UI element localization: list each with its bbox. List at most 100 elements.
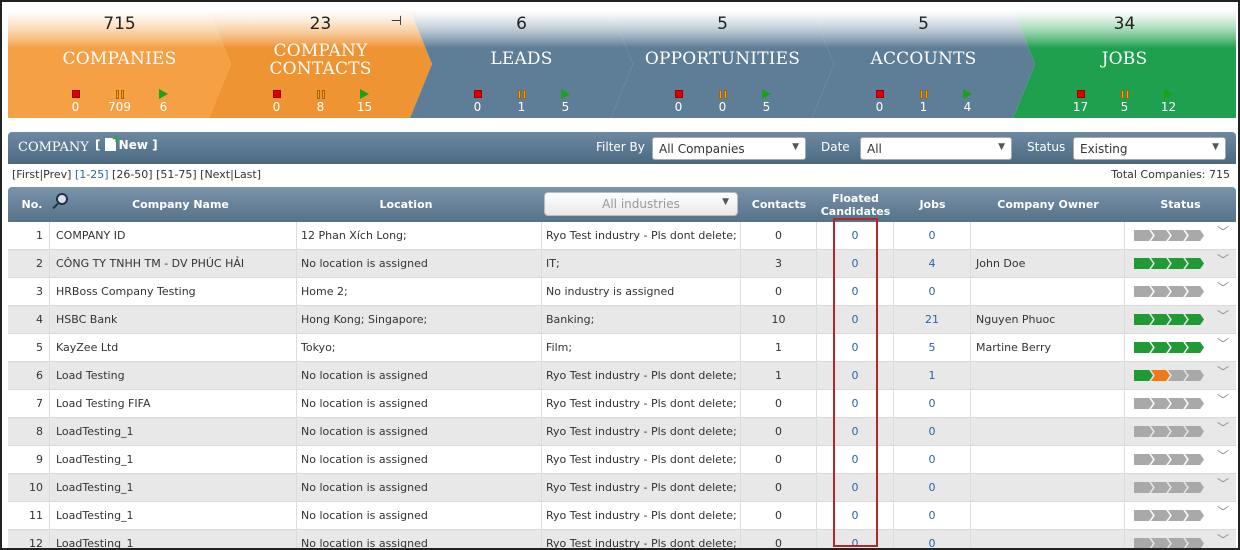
stage-stat[interactable]: 0 — [667, 88, 691, 114]
table-row[interactable]: 8 LoadTesting_1 No location is assigned Ryo… — [8, 418, 1236, 446]
pipeline-stage-company-contacts[interactable]: 23 COMPANY CONTACTS ⊣ 0 8 15 — [209, 10, 432, 118]
jobs-cell[interactable]: 0 — [894, 474, 971, 502]
table-row[interactable]: 6 Load Testing No location is assigned Ryo … — [8, 362, 1236, 390]
new-company-button[interactable]: [ New ] — [95, 132, 158, 152]
chevron-down-icon[interactable]: ﹀ — [1217, 420, 1229, 436]
jobs-cell[interactable]: 0 — [894, 222, 971, 250]
page-26-50[interactable]: 26-50 — [116, 168, 148, 181]
industry-filter-select[interactable]: All industries ▼ — [544, 192, 738, 216]
floated-candidates-cell[interactable]: 0 — [817, 362, 894, 390]
stage-stat[interactable]: 17 — [1069, 88, 1093, 114]
jobs-cell[interactable]: 21 — [894, 306, 971, 334]
table-row[interactable]: 1 COMPANY ID 12 Phan Xích Long; Ryo Test in… — [8, 222, 1236, 250]
floated-candidates-cell[interactable]: 0 — [817, 390, 894, 418]
floated-candidates-cell[interactable]: 0 — [817, 278, 894, 306]
stage-stat[interactable]: 0 — [868, 88, 892, 114]
table-row[interactable]: 2 CÔNG TY TNHH TM - DV PHÚC HẢI No locatio… — [8, 250, 1236, 278]
stage-stat[interactable]: 12 — [1157, 88, 1181, 114]
jobs-cell[interactable]: 0 — [894, 530, 971, 548]
stage-stat[interactable]: 5 — [755, 88, 779, 114]
stage-stat[interactable]: 1 — [510, 88, 534, 114]
stage-stat[interactable]: 15 — [353, 88, 377, 114]
pipeline-stage-opportunities[interactable]: 5 OPPORTUNITIES 0 0 5 — [611, 10, 834, 118]
company-name-cell[interactable]: Load Testing — [50, 362, 297, 390]
col-company-owner[interactable]: Company Owner — [971, 187, 1125, 222]
search-icon[interactable] — [56, 193, 68, 205]
floated-candidates-cell[interactable]: 0 — [817, 446, 894, 474]
stage-stat[interactable]: 5 — [554, 88, 578, 114]
table-row[interactable]: 10 LoadTesting_1 No location is assigned Ry… — [8, 474, 1236, 502]
pipeline-stage-companies[interactable]: 715 COMPANIES 0 709 6 — [8, 10, 231, 118]
pipeline-stage-leads[interactable]: 6 LEADS 0 1 5 — [410, 10, 633, 118]
company-name-cell[interactable]: HRBoss Company Testing — [50, 278, 297, 306]
jobs-cell[interactable]: 0 — [894, 502, 971, 530]
chevron-down-icon[interactable]: ﹀ — [1217, 224, 1229, 240]
col-contacts[interactable]: Contacts — [741, 187, 817, 222]
chevron-down-icon[interactable]: ﹀ — [1217, 392, 1229, 408]
page-1-25[interactable]: 1-25 — [79, 168, 104, 181]
chevron-down-icon[interactable]: ﹀ — [1217, 448, 1229, 464]
col-jobs[interactable]: Jobs — [894, 187, 971, 222]
company-name-cell[interactable]: LoadTesting_1 — [50, 446, 297, 474]
pin-icon[interactable]: ⊣ — [391, 14, 402, 29]
jobs-cell[interactable]: 0 — [894, 278, 971, 306]
floated-candidates-cell[interactable]: 0 — [817, 222, 894, 250]
filter-select[interactable]: All Companies ▼ — [652, 137, 806, 160]
company-name-cell[interactable]: HSBC Bank — [50, 306, 297, 334]
chevron-down-icon[interactable]: ﹀ — [1217, 252, 1229, 268]
company-name-cell[interactable]: LoadTesting_1 — [50, 530, 297, 548]
stage-stat[interactable]: 0 — [64, 88, 88, 114]
page-first-link[interactable]: First — [16, 168, 39, 181]
pipeline-stage-jobs[interactable]: 34 JOBS 17 5 12 — [1013, 10, 1236, 118]
stage-stat[interactable]: 0 — [265, 88, 289, 114]
floated-candidates-cell[interactable]: 0 — [817, 418, 894, 446]
jobs-cell[interactable]: 1 — [894, 362, 971, 390]
jobs-cell[interactable]: 0 — [894, 446, 971, 474]
col-location[interactable]: Location — [348, 187, 464, 222]
stage-stat[interactable]: 709 — [108, 88, 132, 114]
table-row[interactable]: 12 LoadTesting_1 No location is assigned Ry… — [8, 530, 1236, 548]
page-prev-link[interactable]: Prev — [43, 168, 67, 181]
stage-stat[interactable]: 1 — [912, 88, 936, 114]
floated-candidates-cell[interactable]: 0 — [817, 306, 894, 334]
floated-candidates-cell[interactable]: 0 — [817, 530, 894, 548]
table-row[interactable]: 3 HRBoss Company Testing Home 2; No industr… — [8, 278, 1236, 306]
stage-stat[interactable]: 5 — [1113, 88, 1137, 114]
status-select[interactable]: Existing ▼ — [1073, 137, 1226, 160]
jobs-cell[interactable]: 5 — [894, 334, 971, 362]
floated-candidates-cell[interactable]: 0 — [817, 334, 894, 362]
table-row[interactable]: 4 HSBC Bank Hong Kong; Singapore; Banking; 1… — [8, 306, 1236, 334]
table-row[interactable]: 5 KayZee Ltd Tokyo; Film; 1 0 5 Martine Berry ﹀ — [8, 334, 1236, 362]
company-name-cell[interactable]: CÔNG TY TNHH TM - DV PHÚC HẢI — [50, 250, 297, 278]
jobs-cell[interactable]: 0 — [894, 390, 971, 418]
stage-stat[interactable]: 4 — [956, 88, 980, 114]
chevron-down-icon[interactable]: ﹀ — [1217, 364, 1229, 380]
stage-stat[interactable]: 8 — [309, 88, 333, 114]
col-floated-candidates[interactable]: Floated Candidates — [817, 187, 894, 222]
page-last-link[interactable]: Last — [234, 168, 257, 181]
jobs-cell[interactable]: 0 — [894, 418, 971, 446]
chevron-down-icon[interactable]: ﹀ — [1217, 476, 1229, 492]
chevron-down-icon[interactable]: ﹀ — [1217, 336, 1229, 352]
jobs-cell[interactable]: 4 — [894, 250, 971, 278]
page-51-75[interactable]: 51-75 — [160, 168, 192, 181]
company-name-cell[interactable]: KayZee Ltd — [50, 334, 297, 362]
chevron-down-icon[interactable]: ﹀ — [1217, 532, 1229, 548]
floated-candidates-cell[interactable]: 0 — [817, 474, 894, 502]
company-name-cell[interactable]: Load Testing FIFA — [50, 390, 297, 418]
stage-stat[interactable]: 6 — [152, 88, 176, 114]
chevron-down-icon[interactable]: ﹀ — [1217, 504, 1229, 520]
date-select[interactable]: All ▼ — [860, 137, 1012, 160]
company-name-cell[interactable]: LoadTesting_1 — [50, 502, 297, 530]
company-name-cell[interactable]: LoadTesting_1 — [50, 418, 297, 446]
page-next-link[interactable]: Next — [204, 168, 230, 181]
table-row[interactable]: 9 LoadTesting_1 No location is assigned Ryo… — [8, 446, 1236, 474]
floated-candidates-cell[interactable]: 0 — [817, 502, 894, 530]
stage-stat[interactable]: 0 — [711, 88, 735, 114]
table-row[interactable]: 7 Load Testing FIFA No location is assigne… — [8, 390, 1236, 418]
col-company-name[interactable]: Company Name — [108, 187, 253, 222]
stage-stat[interactable]: 0 — [466, 88, 490, 114]
table-row[interactable]: 11 LoadTesting_1 No location is assigned Ry… — [8, 502, 1236, 530]
company-name-cell[interactable]: COMPANY ID — [50, 222, 297, 250]
pipeline-stage-accounts[interactable]: 5 ACCOUNTS 0 1 4 — [812, 10, 1035, 118]
